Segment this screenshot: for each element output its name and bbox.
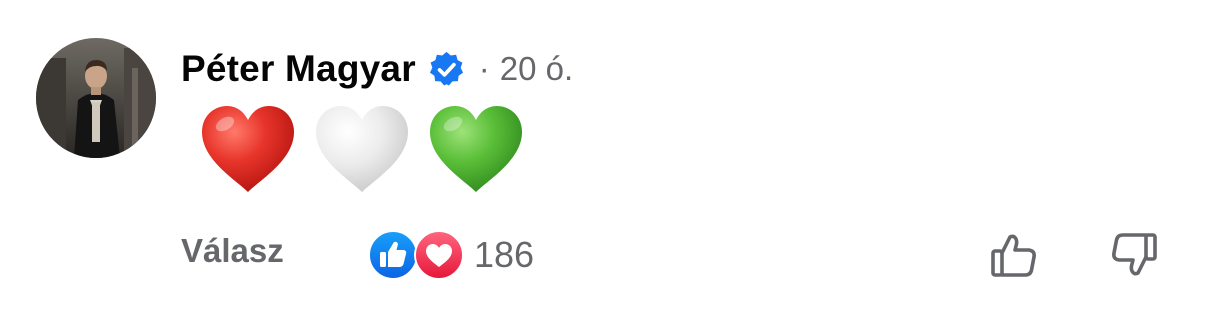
author-name[interactable]: Péter Magyar [181, 48, 416, 90]
comment-header: Péter Magyar · 20 ó. [181, 44, 573, 94]
green-heart-icon [430, 106, 522, 192]
white-heart-icon [316, 106, 408, 192]
meta-separator: · [478, 50, 490, 87]
reply-button[interactable]: Válasz [181, 232, 284, 270]
comment-meta: · 20 ó. [479, 50, 573, 88]
thumbs-down-icon [1112, 233, 1157, 276]
verified-badge-icon [428, 51, 465, 88]
upvote-button[interactable] [989, 230, 1039, 280]
comment-actions: Válasz 186 [0, 224, 1206, 288]
reaction-summary[interactable]: 186 [368, 229, 534, 281]
like-reaction-icon [368, 230, 418, 280]
timestamp[interactable]: 20 ó. [500, 50, 573, 88]
avatar-photo [36, 38, 156, 158]
avatar[interactable] [36, 38, 156, 158]
reaction-count: 186 [474, 234, 535, 275]
thumbs-up-icon [991, 234, 1036, 277]
comment-content [198, 100, 540, 200]
red-heart-icon [202, 106, 294, 192]
comment: Péter Magyar · 20 ó. Válasz 186 [0, 0, 1206, 310]
downvote-button[interactable] [1109, 230, 1159, 280]
love-reaction-icon [414, 230, 464, 280]
